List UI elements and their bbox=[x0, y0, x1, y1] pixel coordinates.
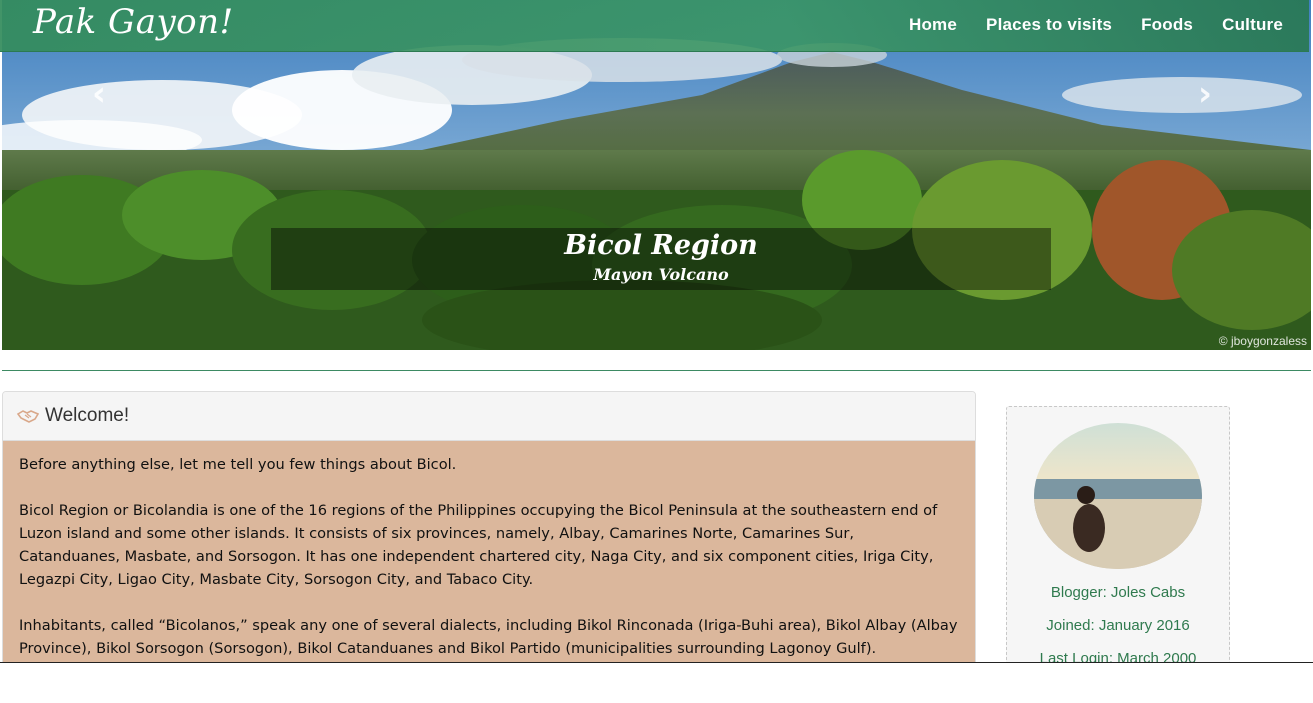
welcome-panel-body: Before anything else, let me tell you fe… bbox=[3, 441, 975, 681]
profile-blogger: Blogger: Joles Cabs bbox=[1050, 584, 1186, 601]
carousel-next-button[interactable]: › bbox=[1198, 74, 1212, 114]
nav-home-link[interactable]: Home bbox=[909, 15, 957, 35]
nav-culture-link[interactable]: Culture bbox=[1222, 15, 1283, 35]
photo-watermark: © jboygonzaless bbox=[1218, 334, 1307, 348]
carousel-subtitle: Mayon Volcano bbox=[593, 265, 729, 284]
welcome-title: Welcome! bbox=[45, 405, 130, 426]
site-logo[interactable]: Pak Gayon! bbox=[33, 2, 234, 42]
profile-joined: Joined: January 2016 bbox=[1046, 617, 1190, 634]
nav-foods-link[interactable]: Foods bbox=[1141, 15, 1193, 35]
main-nav: Home Places to visits Foods Culture bbox=[880, 15, 1283, 35]
welcome-panel: Welcome! Before anything else, let me te… bbox=[2, 391, 976, 683]
carousel-caption: Bicol Region Mayon Volcano bbox=[271, 228, 1051, 290]
welcome-panel-header: Welcome! bbox=[3, 392, 975, 441]
carousel-prev-button[interactable]: ‹ bbox=[92, 74, 106, 114]
chevron-left-icon: ‹ bbox=[92, 74, 107, 114]
hero-carousel: ‹ › Bicol Region Mayon Volcano © jboygon… bbox=[2, 0, 1311, 350]
viewport-edge-line bbox=[0, 662, 1313, 663]
handshake-icon bbox=[17, 410, 39, 423]
section-divider bbox=[2, 370, 1311, 371]
carousel-title: Bicol Region bbox=[564, 230, 758, 261]
profile-card: Blogger: Joles Cabs Joined: January 2016… bbox=[1006, 406, 1230, 698]
welcome-paragraph: Bicol Region or Bicolandia is one of the… bbox=[19, 502, 938, 588]
welcome-paragraph: Before anything else, let me tell you fe… bbox=[19, 456, 457, 473]
welcome-paragraph: Inhabitants, called “Bicolanos,” speak a… bbox=[19, 617, 958, 657]
volcano-landscape-image bbox=[2, 0, 1311, 350]
navbar: Pak Gayon! Home Places to visits Foods C… bbox=[0, 0, 1309, 52]
nav-places-link[interactable]: Places to visits bbox=[986, 15, 1112, 35]
chevron-right-icon: › bbox=[1198, 74, 1213, 114]
page-bottom-area bbox=[0, 663, 1313, 703]
avatar bbox=[1034, 423, 1202, 569]
